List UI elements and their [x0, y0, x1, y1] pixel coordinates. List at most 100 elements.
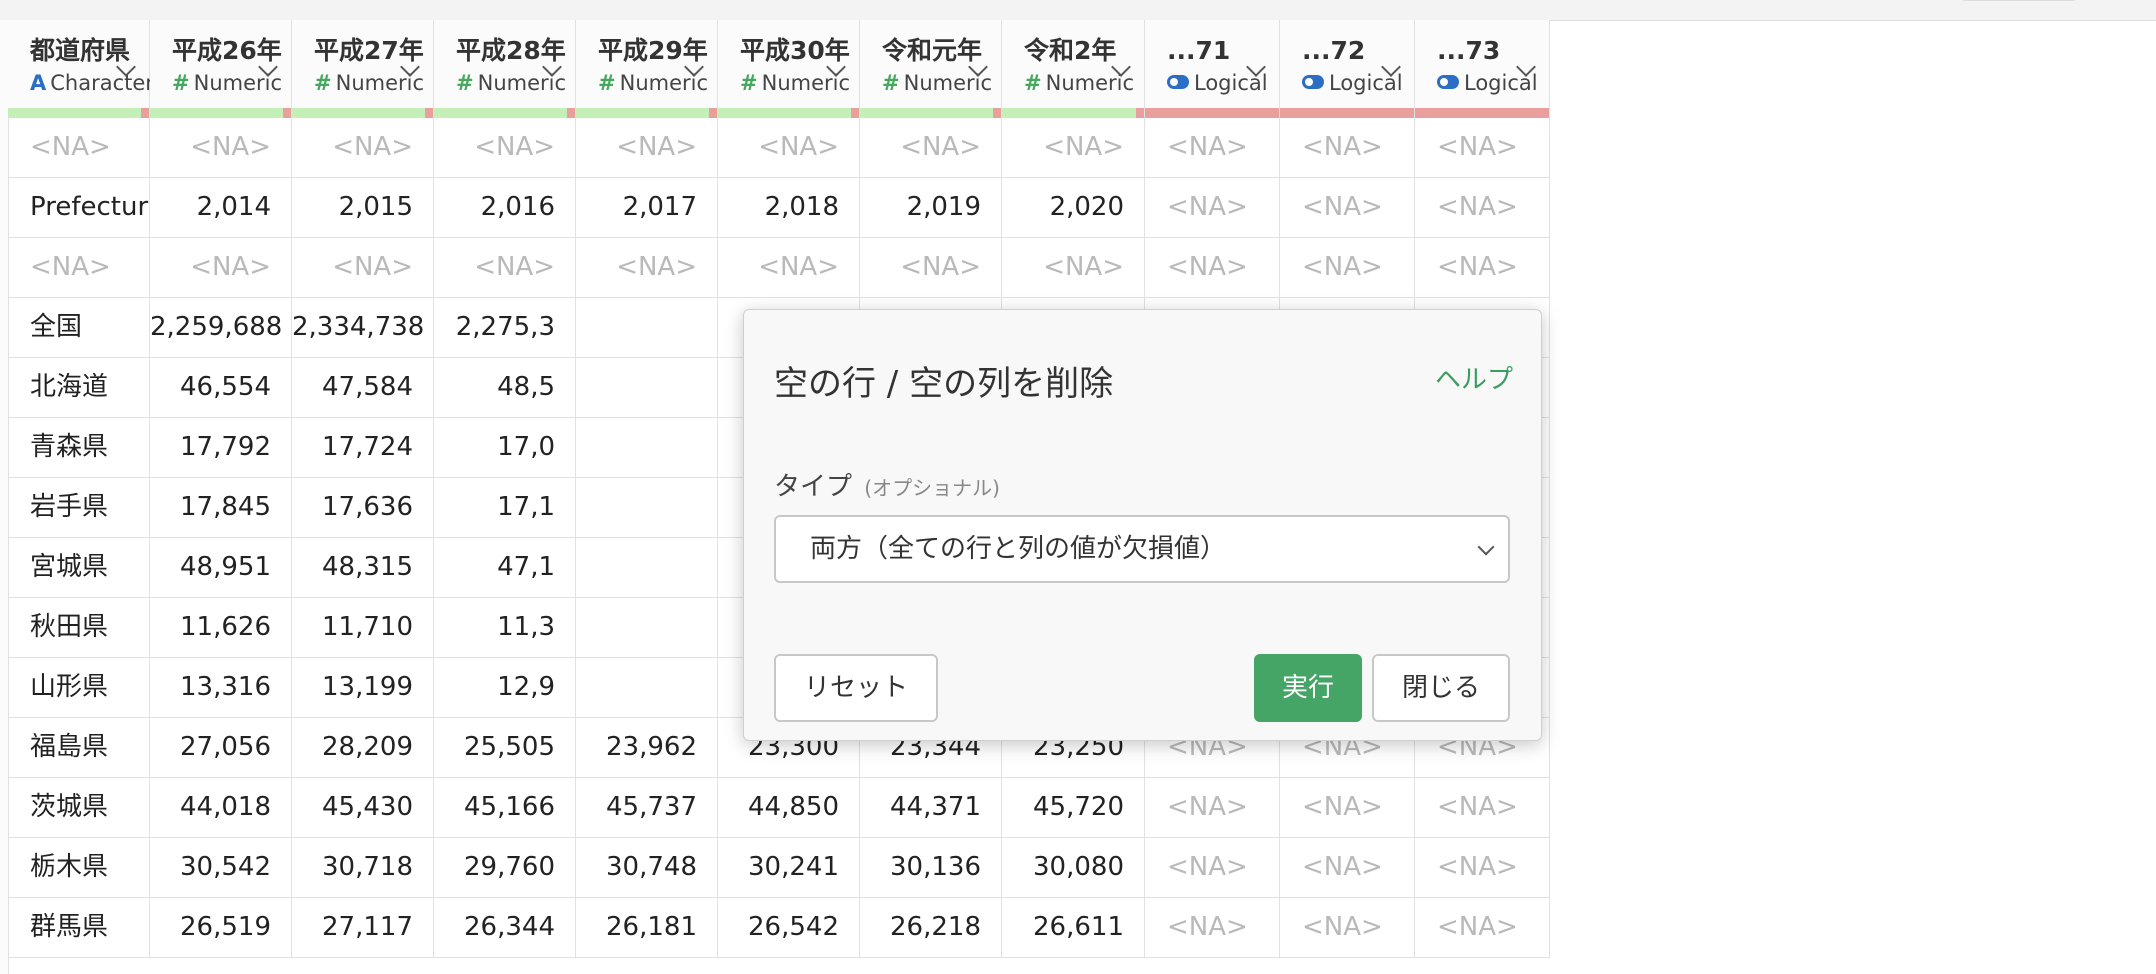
- table-cell[interactable]: 30,718: [292, 838, 434, 898]
- table-cell[interactable]: 2,259,688: [150, 298, 292, 358]
- table-cell[interactable]: <NA>: [1280, 838, 1415, 898]
- table-cell[interactable]: 26,181: [576, 898, 718, 958]
- column-header[interactable]: ...72 Logical: [1280, 20, 1415, 118]
- table-cell[interactable]: 17,1: [434, 478, 576, 538]
- table-cell[interactable]: <NA>: [150, 238, 292, 298]
- table-cell[interactable]: 栃木県: [8, 838, 150, 898]
- table-cell[interactable]: 26,519: [150, 898, 292, 958]
- type-select[interactable]: 両方（全ての行と列の値が欠損値）: [774, 515, 1510, 583]
- table-cell[interactable]: <NA>: [1280, 118, 1415, 178]
- table-cell[interactable]: <NA>: [860, 238, 1002, 298]
- table-cell[interactable]: 17,0: [434, 418, 576, 478]
- table-cell[interactable]: <NA>: [1145, 778, 1280, 838]
- table-cell[interactable]: <NA>: [434, 118, 576, 178]
- table-cell[interactable]: [576, 538, 718, 598]
- table-cell[interactable]: 26,542: [718, 898, 860, 958]
- table-cell[interactable]: 岩手県: [8, 478, 150, 538]
- column-header[interactable]: 都道府県 A Character: [8, 20, 154, 118]
- table-cell[interactable]: 25,505: [434, 718, 576, 778]
- table-cell[interactable]: 30,136: [860, 838, 1002, 898]
- table-cell[interactable]: 群馬県: [8, 898, 150, 958]
- table-cell[interactable]: 45,720: [1002, 778, 1145, 838]
- table-cell[interactable]: 秋田県: [8, 598, 150, 658]
- table-cell[interactable]: <NA>: [292, 118, 434, 178]
- table-cell[interactable]: 2,014: [150, 178, 292, 238]
- table-cell[interactable]: [576, 358, 718, 418]
- table-cell[interactable]: <NA>: [434, 238, 576, 298]
- table-cell[interactable]: 山形県: [8, 658, 150, 718]
- table-cell[interactable]: <NA>: [1145, 838, 1280, 898]
- table-cell[interactable]: 宮城県: [8, 538, 150, 598]
- table-cell[interactable]: 11,3: [434, 598, 576, 658]
- run-button[interactable]: 実行: [1254, 654, 1362, 722]
- table-cell[interactable]: 17,845: [150, 478, 292, 538]
- table-cell[interactable]: <NA>: [1415, 898, 1550, 958]
- column-header[interactable]: 令和元年 # Numeric: [860, 20, 1002, 118]
- table-cell[interactable]: 45,430: [292, 778, 434, 838]
- table-cell[interactable]: 12,9: [434, 658, 576, 718]
- table-cell[interactable]: <NA>: [8, 118, 150, 178]
- table-cell[interactable]: 11,626: [150, 598, 292, 658]
- column-header[interactable]: 平成28年 # Numeric: [434, 20, 576, 118]
- table-cell[interactable]: 30,080: [1002, 838, 1145, 898]
- table-cell[interactable]: [576, 598, 718, 658]
- table-cell[interactable]: <NA>: [8, 238, 150, 298]
- table-cell[interactable]: 27,117: [292, 898, 434, 958]
- table-cell[interactable]: 23,962: [576, 718, 718, 778]
- column-header[interactable]: 平成26年 # Numeric: [150, 20, 292, 118]
- toolbar-control[interactable]: [1962, 0, 2076, 1]
- table-cell[interactable]: 全国: [8, 298, 150, 358]
- table-cell[interactable]: 48,5: [434, 358, 576, 418]
- table-cell[interactable]: <NA>: [1280, 178, 1415, 238]
- table-cell[interactable]: <NA>: [576, 118, 718, 178]
- column-header[interactable]: 平成30年 # Numeric: [718, 20, 860, 118]
- table-cell[interactable]: <NA>: [1002, 238, 1145, 298]
- table-cell[interactable]: 45,737: [576, 778, 718, 838]
- table-cell[interactable]: 2,018: [718, 178, 860, 238]
- table-cell[interactable]: <NA>: [1280, 238, 1415, 298]
- table-cell[interactable]: 28,209: [292, 718, 434, 778]
- table-cell[interactable]: 44,018: [150, 778, 292, 838]
- table-cell[interactable]: Prefectures: [8, 178, 150, 238]
- table-cell[interactable]: 26,611: [1002, 898, 1145, 958]
- table-cell[interactable]: <NA>: [1415, 838, 1550, 898]
- table-cell[interactable]: 2,275,3: [434, 298, 576, 358]
- close-button[interactable]: 閉じる: [1372, 654, 1510, 722]
- table-cell[interactable]: 2,015: [292, 178, 434, 238]
- table-cell[interactable]: 26,344: [434, 898, 576, 958]
- table-cell[interactable]: <NA>: [1415, 178, 1550, 238]
- table-cell[interactable]: <NA>: [1415, 118, 1550, 178]
- table-cell[interactable]: 26,218: [860, 898, 1002, 958]
- table-cell[interactable]: <NA>: [718, 118, 860, 178]
- table-cell[interactable]: 13,199: [292, 658, 434, 718]
- table-cell[interactable]: 27,056: [150, 718, 292, 778]
- table-cell[interactable]: <NA>: [1002, 118, 1145, 178]
- table-cell[interactable]: 44,371: [860, 778, 1002, 838]
- table-cell[interactable]: <NA>: [150, 118, 292, 178]
- table-cell[interactable]: 17,724: [292, 418, 434, 478]
- table-cell[interactable]: 青森県: [8, 418, 150, 478]
- table-cell[interactable]: 46,554: [150, 358, 292, 418]
- table-cell[interactable]: <NA>: [1145, 178, 1280, 238]
- table-cell[interactable]: 北海道: [8, 358, 150, 418]
- table-cell[interactable]: 13,316: [150, 658, 292, 718]
- column-header[interactable]: ...71 Logical: [1145, 20, 1280, 118]
- table-cell[interactable]: <NA>: [1145, 898, 1280, 958]
- table-cell[interactable]: 47,584: [292, 358, 434, 418]
- table-cell[interactable]: 2,017: [576, 178, 718, 238]
- table-cell[interactable]: [576, 418, 718, 478]
- table-cell[interactable]: <NA>: [292, 238, 434, 298]
- table-cell[interactable]: <NA>: [1145, 238, 1280, 298]
- table-cell[interactable]: 30,241: [718, 838, 860, 898]
- column-header[interactable]: ...73 Logical: [1415, 20, 1550, 118]
- column-header[interactable]: 平成27年 # Numeric: [292, 20, 434, 118]
- table-cell[interactable]: [576, 658, 718, 718]
- table-cell[interactable]: 17,636: [292, 478, 434, 538]
- table-cell[interactable]: 2,020: [1002, 178, 1145, 238]
- table-cell[interactable]: <NA>: [718, 238, 860, 298]
- table-cell[interactable]: <NA>: [576, 238, 718, 298]
- table-cell[interactable]: 福島県: [8, 718, 150, 778]
- table-cell[interactable]: 48,951: [150, 538, 292, 598]
- table-cell[interactable]: 茨城県: [8, 778, 150, 838]
- table-cell[interactable]: [576, 478, 718, 538]
